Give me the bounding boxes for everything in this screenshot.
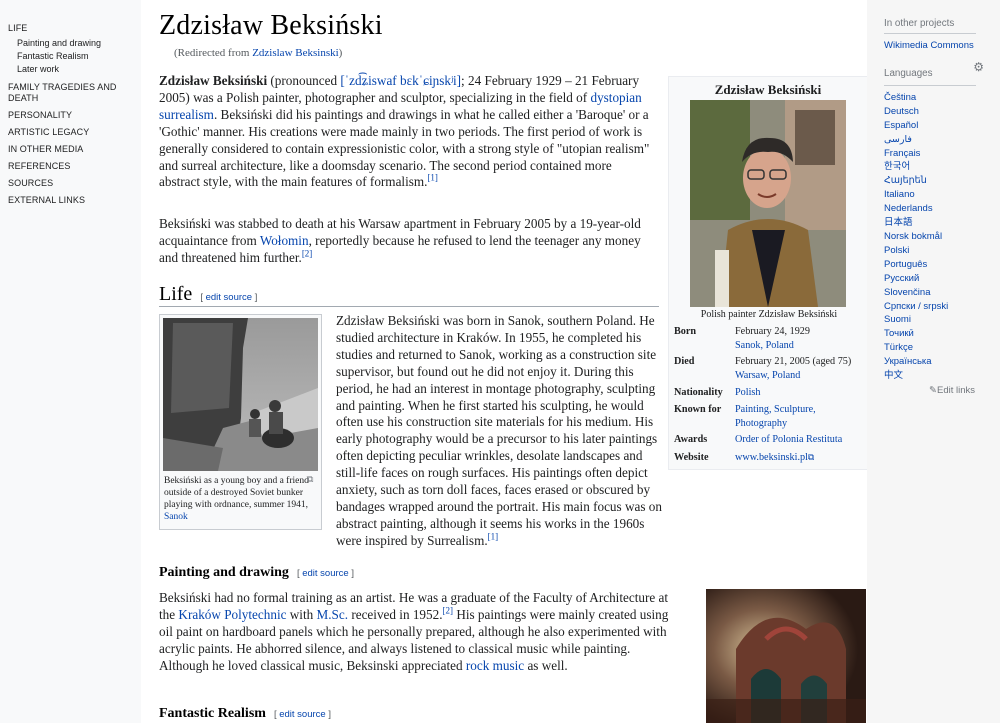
known-for-link-2[interactable]: Photography bbox=[735, 418, 787, 429]
toc-sub-fantastic[interactable]: Fantastic Realism bbox=[8, 50, 141, 63]
lang-link[interactable]: Հայերեն bbox=[884, 174, 1000, 188]
awards-link[interactable]: Order of Polonia Restituta bbox=[735, 434, 842, 445]
lang-link[interactable]: Русский bbox=[884, 272, 1000, 286]
lang-link[interactable]: Italiano bbox=[884, 188, 1000, 202]
lang-link[interactable]: فارسی bbox=[884, 133, 1000, 147]
lang-link[interactable]: Nederlands bbox=[884, 202, 1000, 216]
lang-link[interactable]: 日本語 bbox=[884, 216, 1000, 230]
redirect-notice: (Redirected from Zdzislaw Beksinski) bbox=[174, 47, 343, 59]
languages-header: Languages bbox=[884, 67, 933, 79]
painting-thumbnail[interactable] bbox=[706, 589, 866, 723]
lang-link[interactable]: Українська bbox=[884, 355, 1000, 369]
toc-sub-painting[interactable]: Painting and drawing bbox=[8, 37, 141, 50]
bunker-photo[interactable] bbox=[163, 318, 318, 471]
life-divider bbox=[159, 306, 659, 307]
infobox-photo[interactable] bbox=[690, 100, 846, 307]
toc-item-external[interactable]: EXTERNAL LINKS bbox=[8, 195, 141, 206]
lang-link[interactable]: 한국어 bbox=[884, 160, 1000, 174]
lang-link[interactable]: Türkçe bbox=[884, 341, 1000, 355]
lang-link[interactable]: Čeština bbox=[884, 91, 1000, 105]
lang-link[interactable]: Deutsch bbox=[884, 105, 1000, 119]
life-ref-link[interactable]: [1] bbox=[488, 531, 499, 541]
toc-item-life[interactable]: LIFE bbox=[8, 23, 141, 34]
other-projects-header: In other projects bbox=[884, 18, 955, 29]
wolomin-link[interactable]: Wołomin bbox=[260, 233, 309, 248]
edit-source-fantastic-link[interactable]: edit source bbox=[279, 709, 325, 720]
right-sidebar: In other projects Wikimedia Commons Lang… bbox=[867, 0, 1000, 723]
lang-link[interactable]: 中文 bbox=[884, 369, 1000, 383]
languages-header-row: Languages ⚙ bbox=[884, 60, 984, 81]
life-thumbnail: Beksiński as a young boy and a friend ou… bbox=[159, 314, 322, 530]
website-link[interactable]: www.beksinski.pl bbox=[735, 452, 808, 463]
edit-links-button[interactable]: ✎Edit links bbox=[884, 385, 975, 396]
lang-link[interactable]: Português bbox=[884, 258, 1000, 272]
life-paragraph: Zdzisław Beksiński was born in Sanok, so… bbox=[336, 313, 662, 548]
edit-life: [ edit source ] bbox=[200, 292, 258, 303]
painting-paragraph: Beksiński had no formal training as an a… bbox=[159, 590, 669, 673]
infobox-title: Zdzisław Beksiński bbox=[714, 82, 822, 97]
language-list: Čeština Deutsch Español فارسی Français 한… bbox=[884, 91, 1000, 383]
edit-source-life-link[interactable]: edit source bbox=[206, 292, 252, 303]
projects-separator bbox=[884, 33, 976, 34]
sanok-caption-link[interactable]: Sanok bbox=[164, 512, 188, 522]
known-for-link-1[interactable]: Painting, Sculpture, bbox=[735, 404, 816, 415]
died-place-link[interactable]: Warsaw, Poland bbox=[735, 370, 800, 381]
edit-painting: [ edit source ] bbox=[296, 568, 354, 579]
ref-1-link[interactable]: [1] bbox=[427, 173, 438, 183]
pencil-icon: ✎ bbox=[929, 384, 937, 396]
toc-item-legacy[interactable]: ARTISTIC LEGACY bbox=[8, 127, 141, 138]
lang-link[interactable]: Français bbox=[884, 147, 1000, 161]
painting-ref-link[interactable]: [2] bbox=[443, 606, 454, 616]
rock-music-link[interactable]: rock music bbox=[466, 658, 524, 673]
lang-link[interactable]: Norsk bokmål bbox=[884, 230, 1000, 244]
fantastic-heading: Fantastic Realism[ edit source ] bbox=[159, 706, 331, 721]
toc-item-references[interactable]: REFERENCES bbox=[8, 161, 141, 172]
enlarge-icon[interactable]: ⧉ bbox=[307, 474, 313, 485]
edit-fantastic: [ edit source ] bbox=[273, 709, 331, 720]
born-place-link[interactable]: Sanok, Poland bbox=[735, 340, 794, 351]
lang-link[interactable]: Suomi bbox=[884, 313, 1000, 327]
toc-item-media[interactable]: IN OTHER MEDIA bbox=[8, 144, 141, 155]
toc-item-family[interactable]: FAMILY TRAGEDIES AND DEATH bbox=[8, 82, 120, 104]
infobox-caption: Polish painter Zdzisław Beksiński bbox=[700, 309, 838, 320]
external-link-icon: ⧉ bbox=[807, 452, 815, 462]
page-title: Zdzisław Beksiński bbox=[159, 10, 383, 41]
lang-link[interactable]: Точикӣ bbox=[884, 327, 1000, 341]
table-of-contents: LIFE Painting and drawing Fantastic Real… bbox=[0, 0, 141, 723]
msc-link[interactable]: M.Sc. bbox=[317, 607, 349, 622]
lang-link[interactable]: Slovenčina bbox=[884, 286, 1000, 300]
wikimedia-commons-link[interactable]: Wikimedia Commons bbox=[884, 39, 1000, 53]
toc-sub-later[interactable]: Later work bbox=[8, 63, 141, 76]
nationality-link[interactable]: Polish bbox=[735, 387, 760, 398]
intro-paragraph-2: Beksiński was stabbed to death at his Wa… bbox=[159, 216, 641, 265]
intro-paragraph-1: Zdzisław Beksiński (pronounced [ˈzd͡ʑisw… bbox=[159, 73, 650, 190]
lang-link[interactable]: Polski bbox=[884, 244, 1000, 258]
painting-heading: Painting and drawing[ edit source ] bbox=[159, 565, 354, 580]
gear-icon[interactable]: ⚙ bbox=[973, 60, 984, 74]
ref-2-link[interactable]: [2] bbox=[302, 248, 313, 258]
toc-item-sources[interactable]: SOURCES bbox=[8, 178, 141, 189]
languages-separator bbox=[884, 84, 976, 86]
life-heading: Life[ edit source ] bbox=[159, 283, 258, 305]
redirect-link[interactable]: Zdzislaw Beksinski bbox=[252, 47, 338, 59]
lang-link[interactable]: Српски / srpski bbox=[884, 300, 1000, 314]
life-thumbnail-caption: Beksiński as a young boy and a friend ou… bbox=[164, 476, 309, 522]
lang-link[interactable]: Español bbox=[884, 119, 1000, 133]
ipa-link[interactable]: [ˈzd͡ʑiswaf bɛkˈɕiɲskʲi] bbox=[340, 73, 461, 88]
edit-source-painting-link[interactable]: edit source bbox=[302, 568, 348, 579]
toc-item-personality[interactable]: PERSONALITY bbox=[8, 110, 141, 121]
infobox: Zdzisław Beksiński Polish painter Zdzisł… bbox=[668, 76, 868, 470]
article-content: Zdzisław Beksiński (Redirected from Zdzi… bbox=[141, 0, 868, 723]
painting-image bbox=[706, 589, 866, 723]
krakow-polytechnic-link[interactable]: Kraków Polytechnic bbox=[178, 607, 286, 622]
